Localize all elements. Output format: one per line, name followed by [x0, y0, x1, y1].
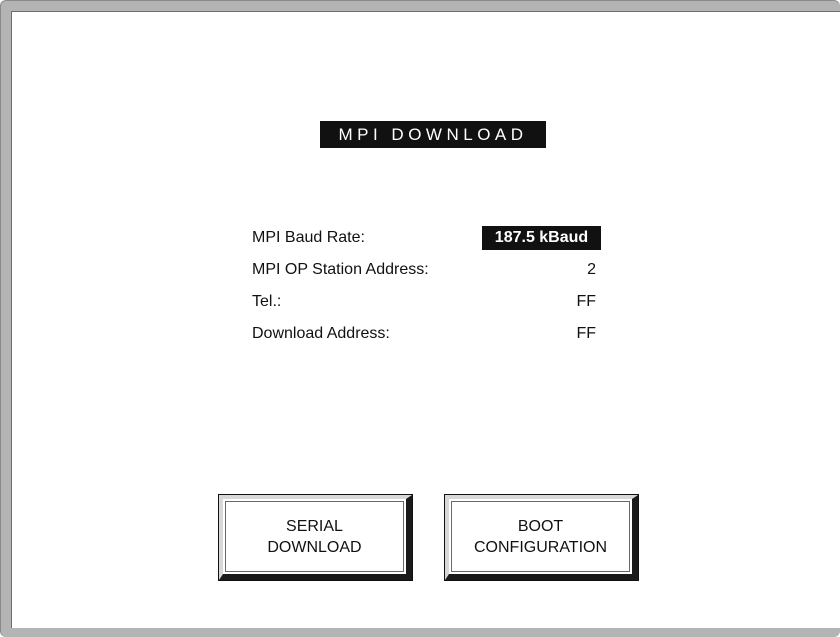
boot-configuration-line1: BOOT: [517, 517, 564, 535]
boot-configuration-line2: CONFIGURATION: [473, 538, 608, 556]
page-title: MPI DOWNLOAD: [320, 121, 546, 148]
boot-configuration-button-face: BOOT CONFIGURATION: [451, 501, 630, 572]
baud-rate-label: MPI Baud Rate:: [252, 229, 365, 246]
baud-rate-value[interactable]: 187.5 kBaud: [482, 226, 601, 250]
station-address-value[interactable]: 2: [587, 261, 596, 279]
op-screen: MPI DOWNLOAD MPI Baud Rate: 187.5 kBaud …: [11, 11, 840, 628]
station-address-label: MPI OP Station Address:: [252, 261, 429, 278]
download-address-label: Download Address:: [252, 325, 390, 342]
tel-value[interactable]: FF: [576, 293, 596, 311]
tel-label: Tel.:: [252, 293, 282, 310]
serial-download-line1: SERIAL: [286, 517, 343, 535]
serial-download-line2: DOWNLOAD: [267, 538, 362, 556]
serial-download-button[interactable]: SERIAL DOWNLOAD: [218, 494, 413, 581]
boot-configuration-button[interactable]: BOOT CONFIGURATION: [444, 494, 639, 581]
download-address-value[interactable]: FF: [576, 325, 596, 343]
device-frame: MPI DOWNLOAD MPI Baud Rate: 187.5 kBaud …: [0, 0, 840, 637]
serial-download-button-face: SERIAL DOWNLOAD: [225, 501, 404, 572]
